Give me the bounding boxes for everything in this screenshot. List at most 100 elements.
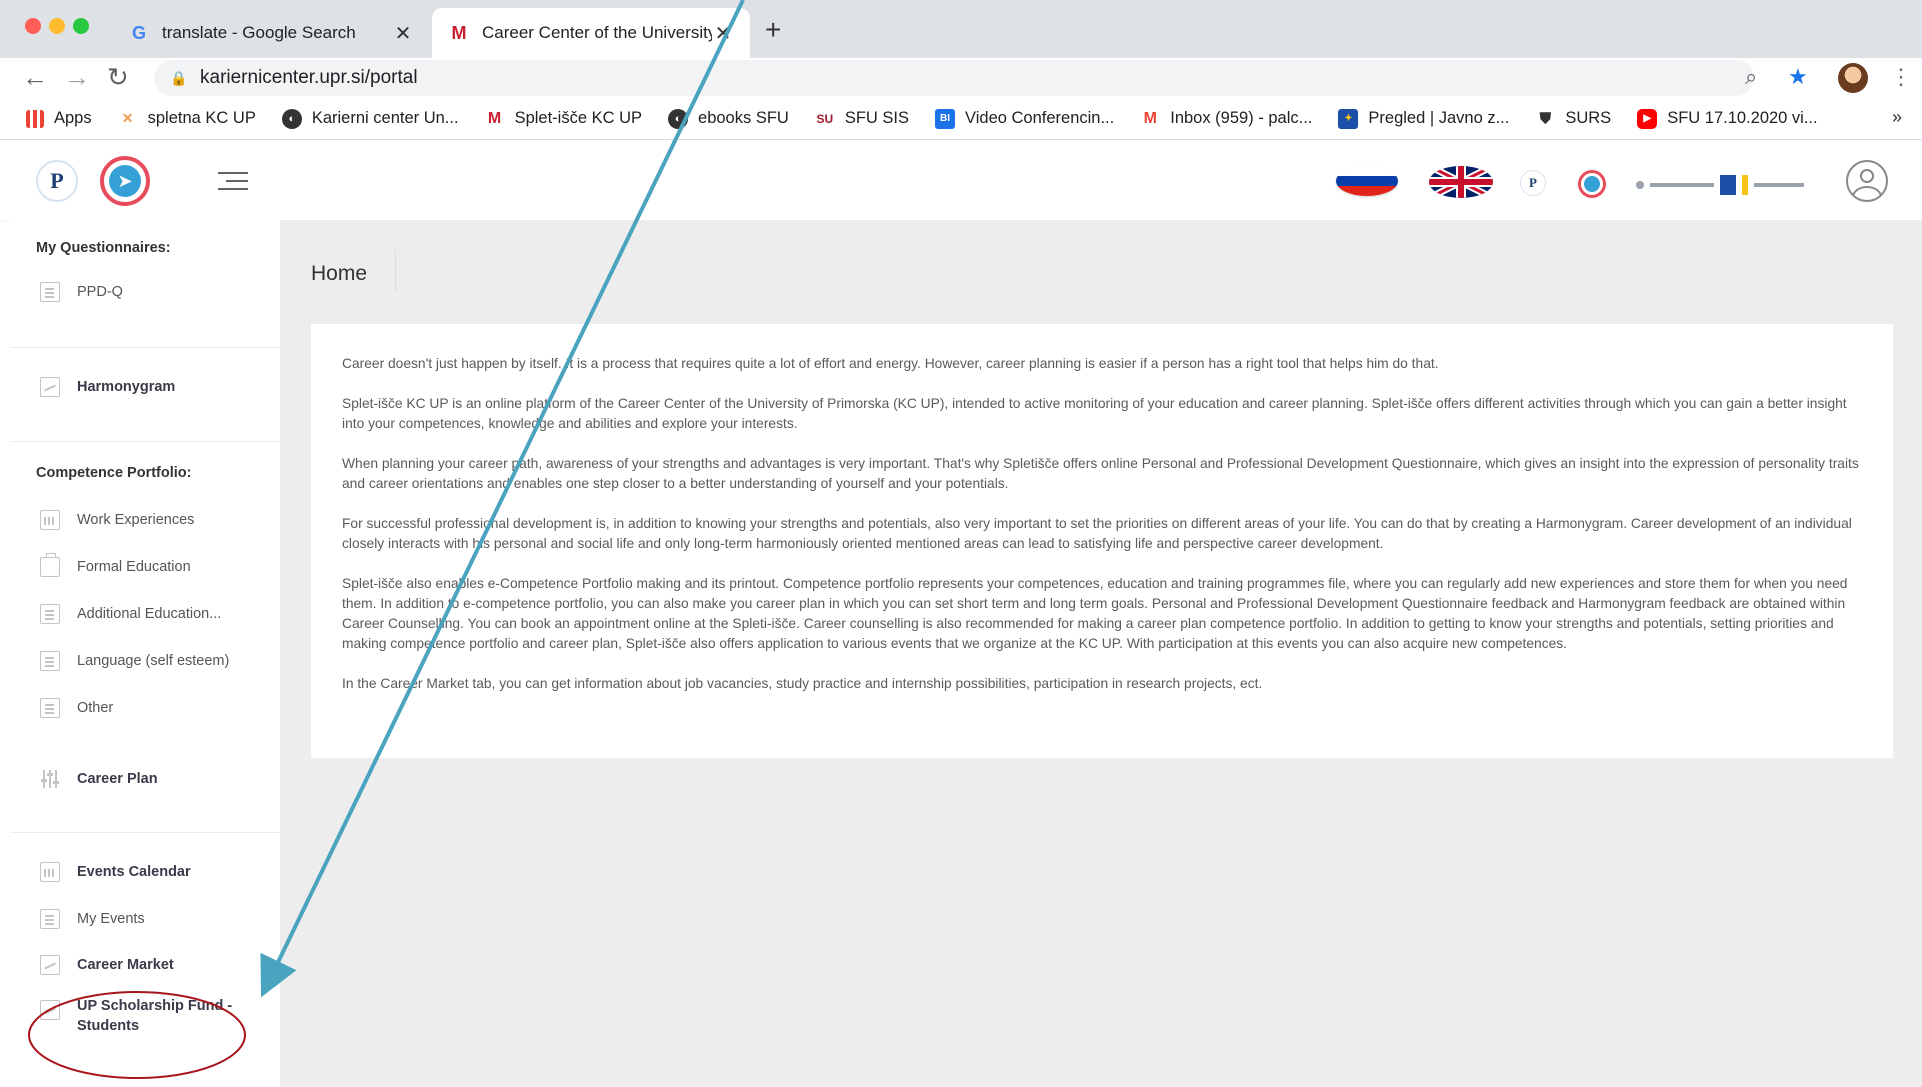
bookmark-video-conferencing[interactable]: BI Video Conferencin... [935, 108, 1114, 129]
divider [10, 832, 280, 833]
bookmark-surs[interactable]: ⛊ SURS [1535, 109, 1611, 129]
sidebar-item-label: Additional Education... [77, 606, 222, 622]
competence-header: Competence Portfolio: [36, 465, 192, 481]
bookmark-pregled[interactable]: ✦ Pregled | Javno z... [1338, 108, 1510, 129]
document-icon [40, 651, 60, 671]
tab-title: translate - Google Search [162, 23, 356, 42]
new-tab-icon[interactable]: + [765, 14, 781, 46]
minimize-window-button[interactable] [49, 18, 65, 34]
up-logo-icon[interactable]: P [36, 160, 78, 202]
close-tab-icon[interactable]: ✕ [712, 21, 734, 46]
bookmark-inbox[interactable]: M Inbox (959) - palc... [1140, 109, 1313, 129]
sfu-icon: SU [816, 111, 834, 126]
bookmark-spletna-kc-up[interactable]: ✕ spletna KC UP [118, 109, 256, 129]
bookmark-label: Apps [54, 109, 92, 127]
splet-isce-favicon-icon: M [451, 22, 467, 43]
sidebar-item-other[interactable]: Other [40, 698, 113, 718]
bi-icon: BI [935, 108, 956, 129]
chart-icon [40, 377, 60, 397]
apps-grid-icon [26, 109, 44, 128]
platform-paragraph: Splet-išče KC UP is an online platform o… [342, 396, 1847, 431]
compass-small-logo-icon[interactable] [1578, 170, 1606, 198]
globe-icon: ◐ [281, 108, 302, 129]
tab-google-search[interactable]: G translate - Google Search ✕ [112, 8, 430, 58]
compass-logo-icon[interactable]: ➤ [100, 156, 150, 206]
sidebar-item-events-calendar[interactable]: Events Calendar [40, 862, 191, 882]
page-title: Home [311, 262, 368, 285]
bookmark-ebooks-sfu[interactable]: ◐ ebooks SFU [668, 108, 789, 129]
sidebar-item-additional-education[interactable]: Additional Education... [40, 604, 221, 624]
slovenian-flag-icon[interactable] [1336, 166, 1398, 196]
bookmark-label: SURS [1565, 109, 1612, 127]
youtube-icon: ▶ [1637, 108, 1658, 129]
sidebar-item-label: Career Market [77, 957, 174, 973]
sidebar-item-up-scholarship-fund[interactable]: UP Scholarship Fund - Students [40, 996, 232, 1036]
user-avatar-icon[interactable] [1846, 160, 1888, 202]
bookmark-karierni-center[interactable]: ◐ Karierni center Un... [281, 108, 459, 129]
tab-title: Career Center of the University [482, 23, 712, 42]
gmail-icon: M [1143, 109, 1157, 127]
scholarship-label-line1: UP Scholarship Fund - [77, 998, 233, 1014]
browser-menu-icon[interactable]: ⋮ [1890, 64, 1912, 90]
document-icon [40, 909, 60, 929]
zoom-icon[interactable]: ⌕ [1745, 64, 1757, 90]
sidebar-item-label: Language (self esteem) [77, 653, 230, 669]
bookmark-label: Inbox (959) - palc... [1170, 109, 1313, 127]
close-window-button[interactable] [25, 18, 41, 34]
chart-icon [40, 1000, 60, 1020]
sidebar-item-work-experiences[interactable]: Work Experiences [40, 510, 194, 530]
uk-flag-icon[interactable] [1429, 166, 1493, 198]
sidebar: My Questionnaires: PPD-Q Harmonygram Com… [10, 220, 280, 1087]
sidebar-item-label: Formal Education [77, 559, 191, 575]
address-bar[interactable]: 🔒 kariernicenter.upr.si/portal [154, 60, 1754, 96]
sidebar-item-formal-education[interactable]: Formal Education [40, 553, 191, 577]
sidebar-item-my-events[interactable]: My Events [40, 909, 145, 929]
hamburger-menu-icon[interactable] [218, 172, 248, 190]
bookmark-label: SFU SIS [844, 109, 910, 127]
bookmark-label: spletna KC UP [147, 109, 256, 127]
sidebar-item-label: Harmonygram [77, 379, 176, 395]
profile-avatar-icon[interactable] [1838, 63, 1868, 93]
calendar-icon [40, 862, 60, 882]
bookmark-splet-isce[interactable]: M Splet-išče KC UP [485, 109, 642, 129]
reload-icon[interactable]: ↻ [107, 62, 129, 93]
bookmark-star-icon[interactable]: ★ [1788, 64, 1808, 90]
sidebar-item-language[interactable]: Language (self esteem) [40, 651, 229, 671]
close-tab-icon[interactable]: ✕ [392, 21, 414, 46]
back-arrow-icon[interactable]: ← [22, 62, 48, 93]
globe-icon: ◐ [668, 108, 689, 129]
sidebar-item-harmonygram[interactable]: Harmonygram [40, 377, 175, 397]
harmonygram-paragraph: For successful professional development … [342, 516, 1852, 551]
briefcase-icon [40, 553, 60, 577]
up-small-logo-icon[interactable]: P [1520, 170, 1546, 196]
work-icon [40, 510, 60, 530]
tab-career-center[interactable]: M Career Center of the University ✕ [432, 8, 750, 58]
divider [10, 441, 280, 442]
google-favicon-icon: G [131, 22, 146, 43]
forward-arrow-icon[interactable]: → [64, 62, 90, 93]
document-icon [40, 604, 60, 624]
bookmark-apps[interactable]: Apps [26, 109, 92, 128]
bookmark-sfu-video[interactable]: ▶ SFU 17.10.2020 vi... [1637, 108, 1818, 129]
lock-icon: 🔒 [170, 69, 188, 86]
sliders-icon [40, 769, 60, 789]
maximize-window-button[interactable] [73, 18, 89, 34]
sidebar-item-label: My Events [77, 911, 145, 927]
chart-icon [40, 955, 60, 975]
scholarship-label-line2: Students [77, 1018, 140, 1034]
bookmark-label: Pregled | Javno z... [1368, 109, 1510, 127]
sidebar-item-ppdq[interactable]: PPD-Q [40, 282, 123, 302]
sidebar-item-career-plan[interactable]: Career Plan [40, 769, 158, 789]
more-bookmarks-icon[interactable]: » [1892, 107, 1902, 128]
title-divider [395, 250, 396, 292]
bookmarks-bar: Apps ✕ spletna KC UP ◐ Karierni center U… [0, 98, 1922, 140]
home-content-card: Career doesn't just happen by itself. It… [311, 324, 1893, 758]
sidebar-item-label: UP Scholarship Fund - Students [77, 996, 232, 1036]
bookmark-label: Karierni center Un... [311, 109, 459, 127]
portal-header: P ➤ P [0, 140, 1922, 220]
divider [10, 347, 280, 348]
bookmark-sfu-sis[interactable]: SU SFU SIS [815, 109, 909, 129]
surs-icon: ⛊ [1539, 110, 1551, 127]
sidebar-item-career-market[interactable]: Career Market [40, 955, 174, 975]
bookmark-label: Splet-išče KC UP [514, 109, 643, 127]
